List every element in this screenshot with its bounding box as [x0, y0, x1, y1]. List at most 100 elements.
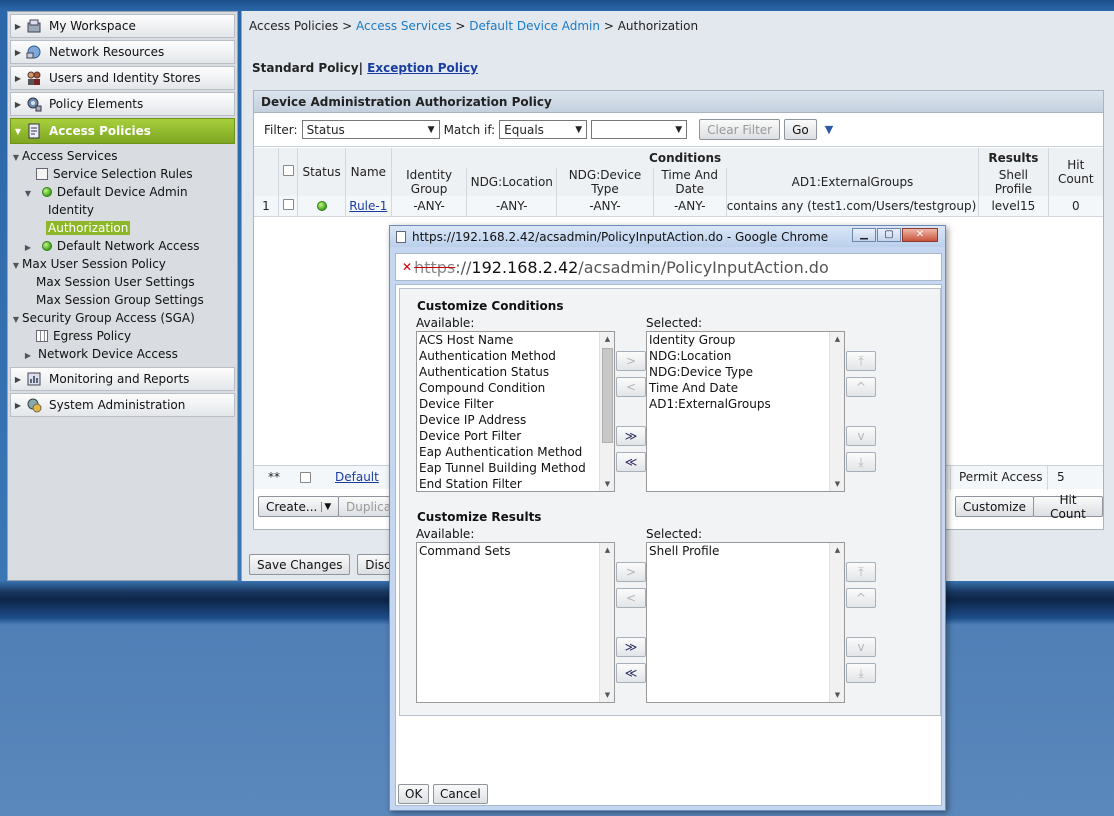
rule-name-link[interactable]: Rule-1 — [349, 199, 387, 213]
list-item[interactable]: Compound Condition — [417, 380, 614, 396]
scroll-up-icon[interactable]: ▲ — [600, 332, 614, 346]
col-status[interactable]: Status — [297, 148, 346, 196]
col-ad1-external-groups[interactable]: AD1:ExternalGroups — [726, 168, 980, 196]
table-row[interactable]: 1 Rule-1 -ANY- -ANY- -ANY- -ANY- contain… — [254, 196, 1103, 217]
col-identity-group[interactable]: Identity Group — [391, 168, 468, 196]
tree-default-device-admin[interactable]: ▼ Default Device Admin — [8, 183, 237, 201]
scroll-up-icon[interactable]: ▲ — [830, 543, 844, 557]
filter-value-select[interactable]: ▼ — [591, 120, 688, 139]
duplicate-button[interactable]: Duplica — [338, 496, 390, 517]
col-shell-profile[interactable]: Shell Profile — [978, 168, 1049, 196]
tree-access-services[interactable]: ▼ Access Services — [8, 147, 237, 165]
scrollbar[interactable]: ▲ ▼ — [599, 332, 614, 491]
default-rule-link[interactable]: Default — [335, 470, 379, 484]
tree-network-device-access[interactable]: ▶ Network Device Access — [8, 345, 237, 363]
results-available-list[interactable]: Command Sets ▲ ▼ — [416, 542, 615, 703]
match-operator-select[interactable]: Equals ▼ — [499, 120, 588, 139]
breadcrumb-access-services[interactable]: Access Services — [356, 19, 452, 33]
row-checkbox[interactable] — [278, 196, 299, 217]
move-right-icon[interactable]: > — [616, 351, 646, 371]
results-selected-list[interactable]: Shell Profile ▲ ▼ — [646, 542, 845, 703]
tree-identity[interactable]: Identity — [8, 201, 237, 219]
move-down-icon[interactable]: v — [846, 637, 876, 657]
tree-default-network-access[interactable]: ▶ Default Network Access — [8, 237, 237, 255]
list-item[interactable]: ACS Host Name — [417, 332, 614, 348]
move-all-left-icon[interactable]: ≪ — [616, 452, 646, 472]
drawer-my-workspace[interactable]: ▶ My Workspace — [10, 14, 235, 38]
col-name[interactable]: Name — [345, 148, 392, 196]
tab-standard-policy[interactable]: Standard Policy| — [252, 61, 363, 75]
list-item[interactable]: Time And Date — [647, 380, 844, 396]
list-item[interactable]: AD1:ExternalGroups — [647, 396, 844, 412]
scroll-down-icon[interactable]: ▼ — [830, 477, 844, 491]
list-item[interactable]: Shell Profile — [647, 543, 844, 559]
scroll-up-icon[interactable]: ▲ — [600, 543, 614, 557]
tree-max-user-session-policy[interactable]: ▼ Max User Session Policy — [8, 255, 237, 273]
col-ndg-device-type[interactable]: NDG:Device Type — [556, 168, 654, 196]
go-button[interactable]: Go — [784, 119, 817, 140]
close-icon[interactable]: ✕ — [902, 228, 938, 242]
address-bar[interactable]: ✕ https://192.168.2.42/acsadmin/PolicyIn… — [395, 253, 942, 281]
scroll-down-icon[interactable]: ▼ — [830, 688, 844, 702]
filter-field-select[interactable]: Status ▼ — [301, 120, 440, 139]
move-right-icon[interactable]: > — [616, 562, 646, 582]
list-item[interactable]: NDG:Device Type — [647, 364, 844, 380]
drawer-access-policies[interactable]: ▼ Access Policies — [10, 118, 235, 144]
hit-count-button[interactable]: Hit Count — [1033, 493, 1103, 521]
tree-max-session-user-settings[interactable]: Max Session User Settings — [8, 273, 237, 291]
move-top-icon[interactable]: ⤒ — [846, 562, 876, 582]
scroll-down-icon[interactable]: ▼ — [600, 477, 614, 491]
list-item[interactable]: NDG:Location — [647, 348, 844, 364]
tree-authorization[interactable]: Authorization — [8, 219, 237, 237]
tree-service-selection-rules[interactable]: Service Selection Rules — [8, 165, 237, 183]
drawer-users-identity-stores[interactable]: ▶ Users and Identity Stores — [10, 66, 235, 90]
cancel-button[interactable]: Cancel — [433, 784, 488, 804]
maximize-icon[interactable]: ▢ — [877, 228, 901, 242]
move-bottom-icon[interactable]: ⤓ — [846, 663, 876, 683]
filter-options-icon[interactable]: ▼ — [825, 123, 833, 136]
list-item[interactable]: Authentication Status — [417, 364, 614, 380]
list-item[interactable]: Command Sets — [417, 543, 614, 559]
list-item[interactable]: Eap Tunnel Building Method — [417, 460, 614, 476]
select-all-checkbox[interactable] — [278, 148, 299, 196]
list-item[interactable]: Device Filter — [417, 396, 614, 412]
save-changes-button[interactable]: Save Changes — [249, 554, 351, 575]
drawer-monitoring-reports[interactable]: ▶ Monitoring and Reports — [10, 367, 235, 391]
tab-exception-policy[interactable]: Exception Policy — [367, 61, 478, 75]
scroll-down-icon[interactable]: ▼ — [600, 688, 614, 702]
move-all-right-icon[interactable]: ≫ — [616, 426, 646, 446]
list-item[interactable]: Identity Group — [647, 332, 844, 348]
list-item[interactable]: Eap Authentication Method — [417, 444, 614, 460]
scrollbar[interactable]: ▲ ▼ — [599, 543, 614, 702]
tree-egress-policy[interactable]: Egress Policy — [8, 327, 237, 345]
drawer-system-administration[interactable]: ▶ System Administration — [10, 393, 235, 417]
conditions-selected-list[interactable]: Identity Group NDG:Location NDG:Device Typ… — [646, 331, 845, 492]
drawer-network-resources[interactable]: ▶ Network Resources — [10, 40, 235, 64]
col-hit-count[interactable]: Hit Count — [1048, 148, 1103, 196]
list-item[interactable]: Device Port Filter — [417, 428, 614, 444]
customize-button[interactable]: Customize — [955, 496, 1034, 517]
tree-max-session-group-settings[interactable]: Max Session Group Settings — [8, 291, 237, 309]
clear-filter-button[interactable]: Clear Filter — [699, 119, 781, 140]
scroll-up-icon[interactable]: ▲ — [830, 332, 844, 346]
list-item[interactable]: Device IP Address — [417, 412, 614, 428]
scrollbar[interactable]: ▲ ▼ — [829, 332, 844, 491]
move-top-icon[interactable]: ⤒ — [846, 351, 876, 371]
move-left-icon[interactable]: < — [616, 377, 646, 397]
ok-button[interactable]: OK — [398, 784, 430, 804]
col-ndg-location[interactable]: NDG:Location — [466, 168, 558, 196]
create-button[interactable]: Create... ▼ — [258, 496, 340, 517]
move-left-icon[interactable]: < — [616, 588, 646, 608]
move-all-right-icon[interactable]: ≫ — [616, 637, 646, 657]
move-down-icon[interactable]: v — [846, 426, 876, 446]
scroll-thumb[interactable] — [602, 348, 613, 443]
move-up-icon[interactable]: ^ — [846, 377, 876, 397]
breadcrumb-default-device-admin[interactable]: Default Device Admin — [469, 19, 600, 33]
default-row-checkbox[interactable] — [300, 472, 311, 483]
conditions-available-list[interactable]: ACS Host Name Authentication Method Authen… — [416, 331, 615, 492]
move-all-left-icon[interactable]: ≪ — [616, 663, 646, 683]
move-up-icon[interactable]: ^ — [846, 588, 876, 608]
minimize-icon[interactable]: ▁ — [852, 228, 876, 242]
scrollbar[interactable]: ▲ ▼ — [829, 543, 844, 702]
col-time-and-date[interactable]: Time And Date — [653, 168, 727, 196]
